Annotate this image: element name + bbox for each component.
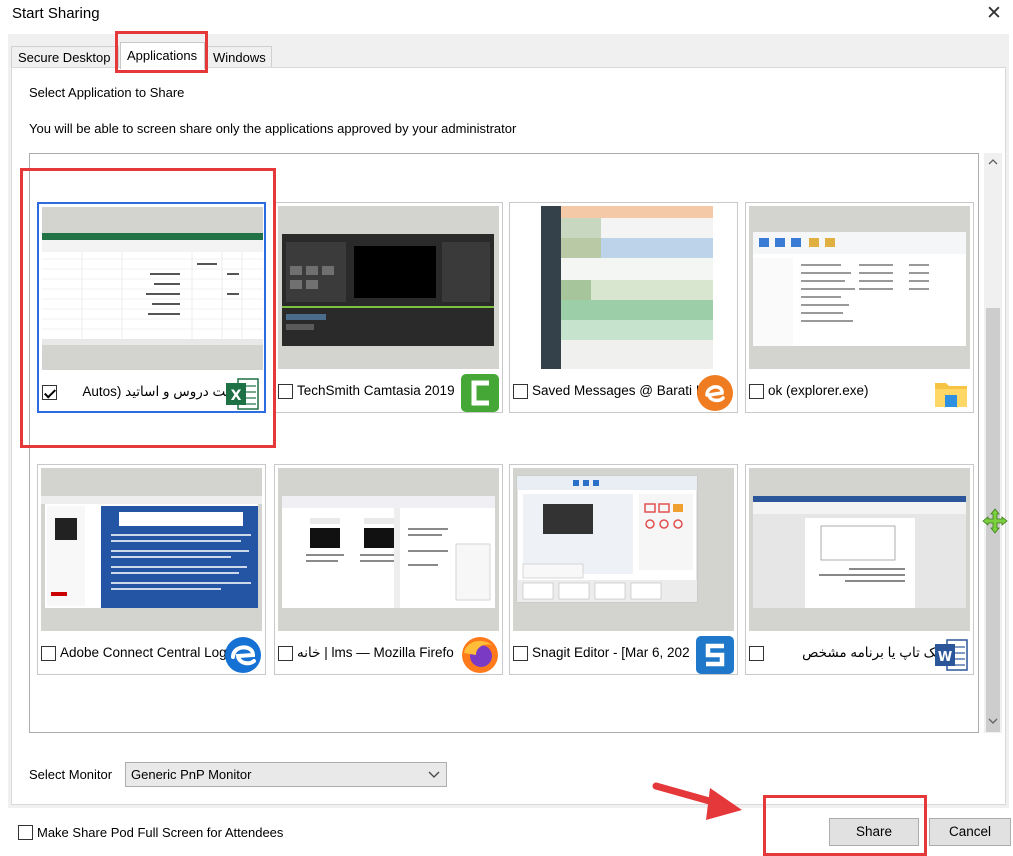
app-checkbox[interactable] [513,384,528,399]
word-icon: W [931,635,971,675]
app-tile-snagit[interactable]: Snagit Editor - [Mar 6, 202 [509,464,738,675]
app-thumbnail [278,206,499,369]
eitaa-icon [695,373,735,413]
app-tile-word[interactable]: دسک تاپ یا برنامه مشخص W [745,464,974,675]
app-label: Adobe Connect Central Log [60,645,227,660]
app-thumbnail [749,468,970,631]
app-tile-excel[interactable]: لیست دروس و اساتید (Autos X [37,202,266,413]
app-checkbox[interactable] [749,646,764,661]
app-tile-firefox[interactable]: خانه | lms — Mozilla Firefo [274,464,503,675]
tile-footer: TechSmith Camtasia 2019 [275,373,502,412]
admin-approval-notice: You will be able to screen share only th… [29,121,517,136]
firefox-icon [460,635,500,675]
annotation-arrow-icon [652,776,746,826]
svg-text:X: X [231,388,242,404]
tile-footer: خانه | lms — Mozilla Firefo [275,635,502,673]
move-cursor-icon [982,508,1008,534]
app-thumbnail [278,468,499,631]
app-label: لیست دروس و اساتید (Autos [82,384,246,399]
application-list[interactable]: لیست دروس و اساتید (Autos X TechSmith Ca… [29,153,979,733]
select-application-heading: Select Application to Share [29,85,185,100]
tile-footer: Snagit Editor - [Mar 6, 202 [510,635,737,674]
app-thumbnail [749,206,970,369]
app-label: ok (explorer.exe) [768,383,869,398]
tile-footer: Saved Messages @ Barati I [510,373,737,411]
select-monitor-label: Select Monitor [29,767,113,782]
app-thumbnail [513,468,734,631]
scroll-up-icon[interactable] [984,155,1002,172]
app-thumbnail [42,207,263,370]
app-thumbnail [513,206,734,369]
excel-icon: X [222,374,262,414]
app-tile-explorer[interactable]: ok (explorer.exe) [745,202,974,413]
tile-footer: Adobe Connect Central Log [38,635,265,673]
fullscreen-label: Make Share Pod Full Screen for Attendees [37,825,284,840]
app-checkbox[interactable] [278,646,293,661]
scroll-down-icon[interactable] [984,714,1002,731]
tile-footer: دسک تاپ یا برنامه مشخص W [746,635,973,671]
edge-icon [223,635,263,675]
fullscreen-checkbox[interactable] [18,825,33,840]
app-label: دسک تاپ یا برنامه مشخص [802,645,953,660]
tab-secure-desktop[interactable]: Secure Desktop [11,46,119,68]
snagit-icon [695,635,735,675]
vertical-scrollbar[interactable] [984,153,1002,733]
camtasia-icon [460,373,500,413]
chevron-down-icon [427,763,441,786]
monitor-dropdown[interactable]: Generic PnP Monitor [125,762,447,787]
file-explorer-icon [931,373,971,413]
tab-applications[interactable]: Applications [120,42,205,69]
app-checkbox[interactable] [278,384,293,399]
close-icon[interactable]: ✕ [983,3,1005,25]
tab-windows[interactable]: Windows [206,46,272,68]
share-button[interactable]: Share [829,818,919,846]
window-title: Start Sharing [12,5,100,22]
app-tile-camtasia[interactable]: TechSmith Camtasia 2019 [274,202,503,413]
app-label: Saved Messages @ Barati I [532,383,700,398]
app-thumbnail [41,468,262,631]
app-label: خانه | lms — Mozilla Firefo [297,645,454,660]
tile-footer: ok (explorer.exe) [746,373,973,409]
tile-footer: لیست دروس و اساتید (Autos X [39,374,264,410]
app-label: TechSmith Camtasia 2019 [297,383,455,398]
monitor-dropdown-value: Generic PnP Monitor [131,767,252,782]
app-checkbox[interactable] [749,384,764,399]
cancel-button[interactable]: Cancel [929,818,1011,846]
app-tile-eitaa[interactable]: Saved Messages @ Barati I [509,202,738,413]
app-label: Snagit Editor - [Mar 6, 202 [532,645,690,660]
app-tile-adobe-connect[interactable]: Adobe Connect Central Log [37,464,266,675]
title-bar: Start Sharing ✕ [0,0,1013,34]
app-checkbox[interactable] [41,646,56,661]
app-checkbox[interactable] [513,646,528,661]
svg-text:W: W [938,650,952,665]
app-checkbox[interactable] [42,385,57,400]
